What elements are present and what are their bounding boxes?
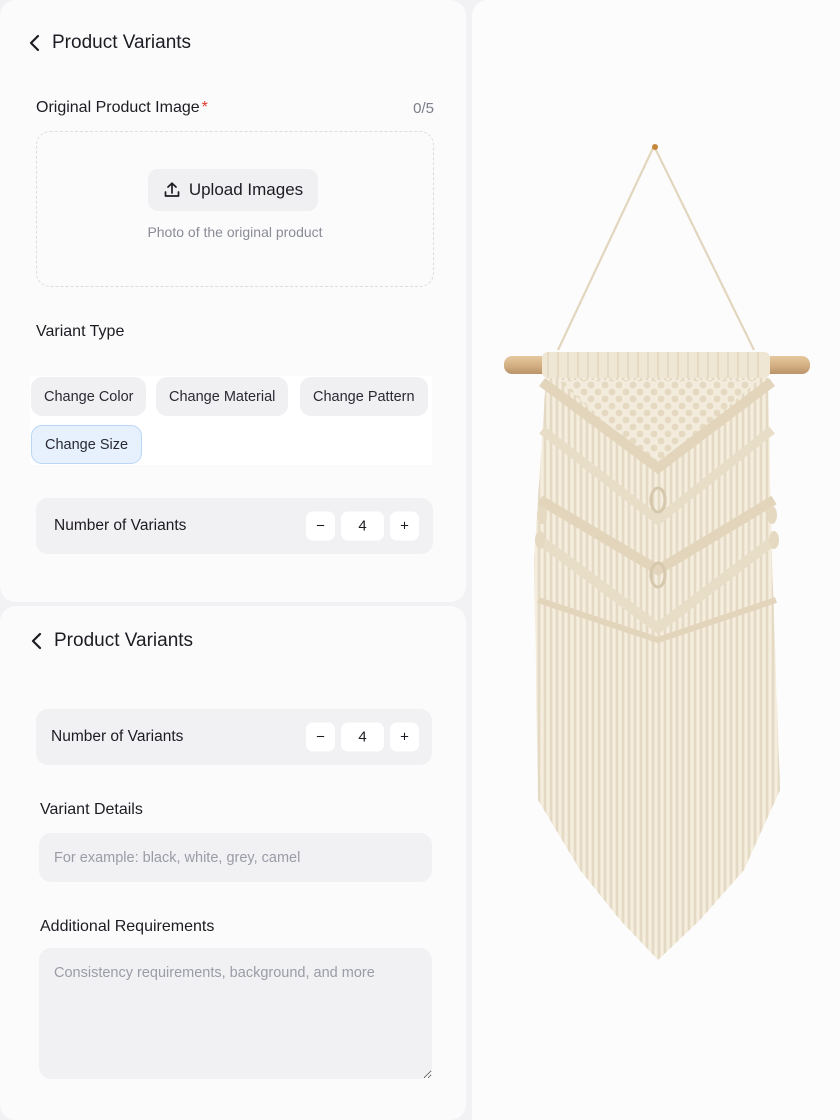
upload-dropzone[interactable]: Upload Images Photo of the original prod…	[36, 131, 434, 287]
chip-change-size[interactable]: Change Size	[31, 425, 143, 464]
variants-stepper: − 4 +	[306, 722, 419, 752]
variant-type-label: Variant Type	[36, 323, 125, 340]
image-count: 0/5	[413, 100, 434, 117]
decrement-button[interactable]: −	[306, 511, 335, 541]
panel-header: Product Variants	[30, 630, 193, 652]
chip-change-material[interactable]: Change Material	[156, 377, 289, 416]
variants-stepper: − 4 +	[306, 511, 419, 541]
variant-details-input[interactable]	[39, 833, 432, 882]
increment-button[interactable]: +	[390, 722, 419, 752]
additional-requirements-label: Additional Requirements	[40, 918, 215, 935]
upload-icon	[164, 182, 180, 197]
number-of-variants-row: Number of Variants − 4 +	[36, 709, 432, 765]
panel-header: Product Variants	[28, 32, 191, 54]
variant-details-panel: Product Variants Number of Variants − 4 …	[0, 606, 466, 1120]
decrement-button[interactable]: −	[306, 722, 335, 752]
number-of-variants-label: Number of Variants	[54, 517, 187, 534]
upload-hint: Photo of the original product	[147, 224, 323, 240]
variants-count-value[interactable]: 4	[341, 722, 384, 752]
macrame-wall-hanging-image	[504, 144, 810, 960]
variant-type-panel: Product Variants Original Product Image *…	[0, 0, 466, 602]
additional-requirements-input[interactable]	[39, 948, 432, 1079]
chevron-left-icon[interactable]	[28, 33, 42, 53]
required-mark: *	[201, 99, 208, 116]
chip-change-pattern[interactable]: Change Pattern	[300, 377, 428, 416]
variant-type-options: Change Color Change Material Change Patt…	[30, 376, 432, 465]
upload-images-button[interactable]: Upload Images	[148, 169, 318, 211]
original-image-label: Original Product Image *	[36, 99, 208, 116]
upload-images-label: Upload Images	[188, 180, 304, 199]
number-of-variants-label: Number of Variants	[51, 728, 184, 745]
variants-count-value[interactable]: 4	[341, 511, 384, 541]
increment-button[interactable]: +	[390, 511, 419, 541]
number-of-variants-row: Number of Variants − 4 +	[36, 498, 433, 554]
chevron-left-icon[interactable]	[30, 631, 44, 651]
page-title: Product Variants	[54, 630, 194, 651]
chip-change-color[interactable]: Change Color	[31, 377, 147, 416]
page-title: Product Variants	[52, 32, 192, 53]
product-preview	[472, 0, 840, 1120]
variant-details-label: Variant Details	[40, 801, 143, 818]
